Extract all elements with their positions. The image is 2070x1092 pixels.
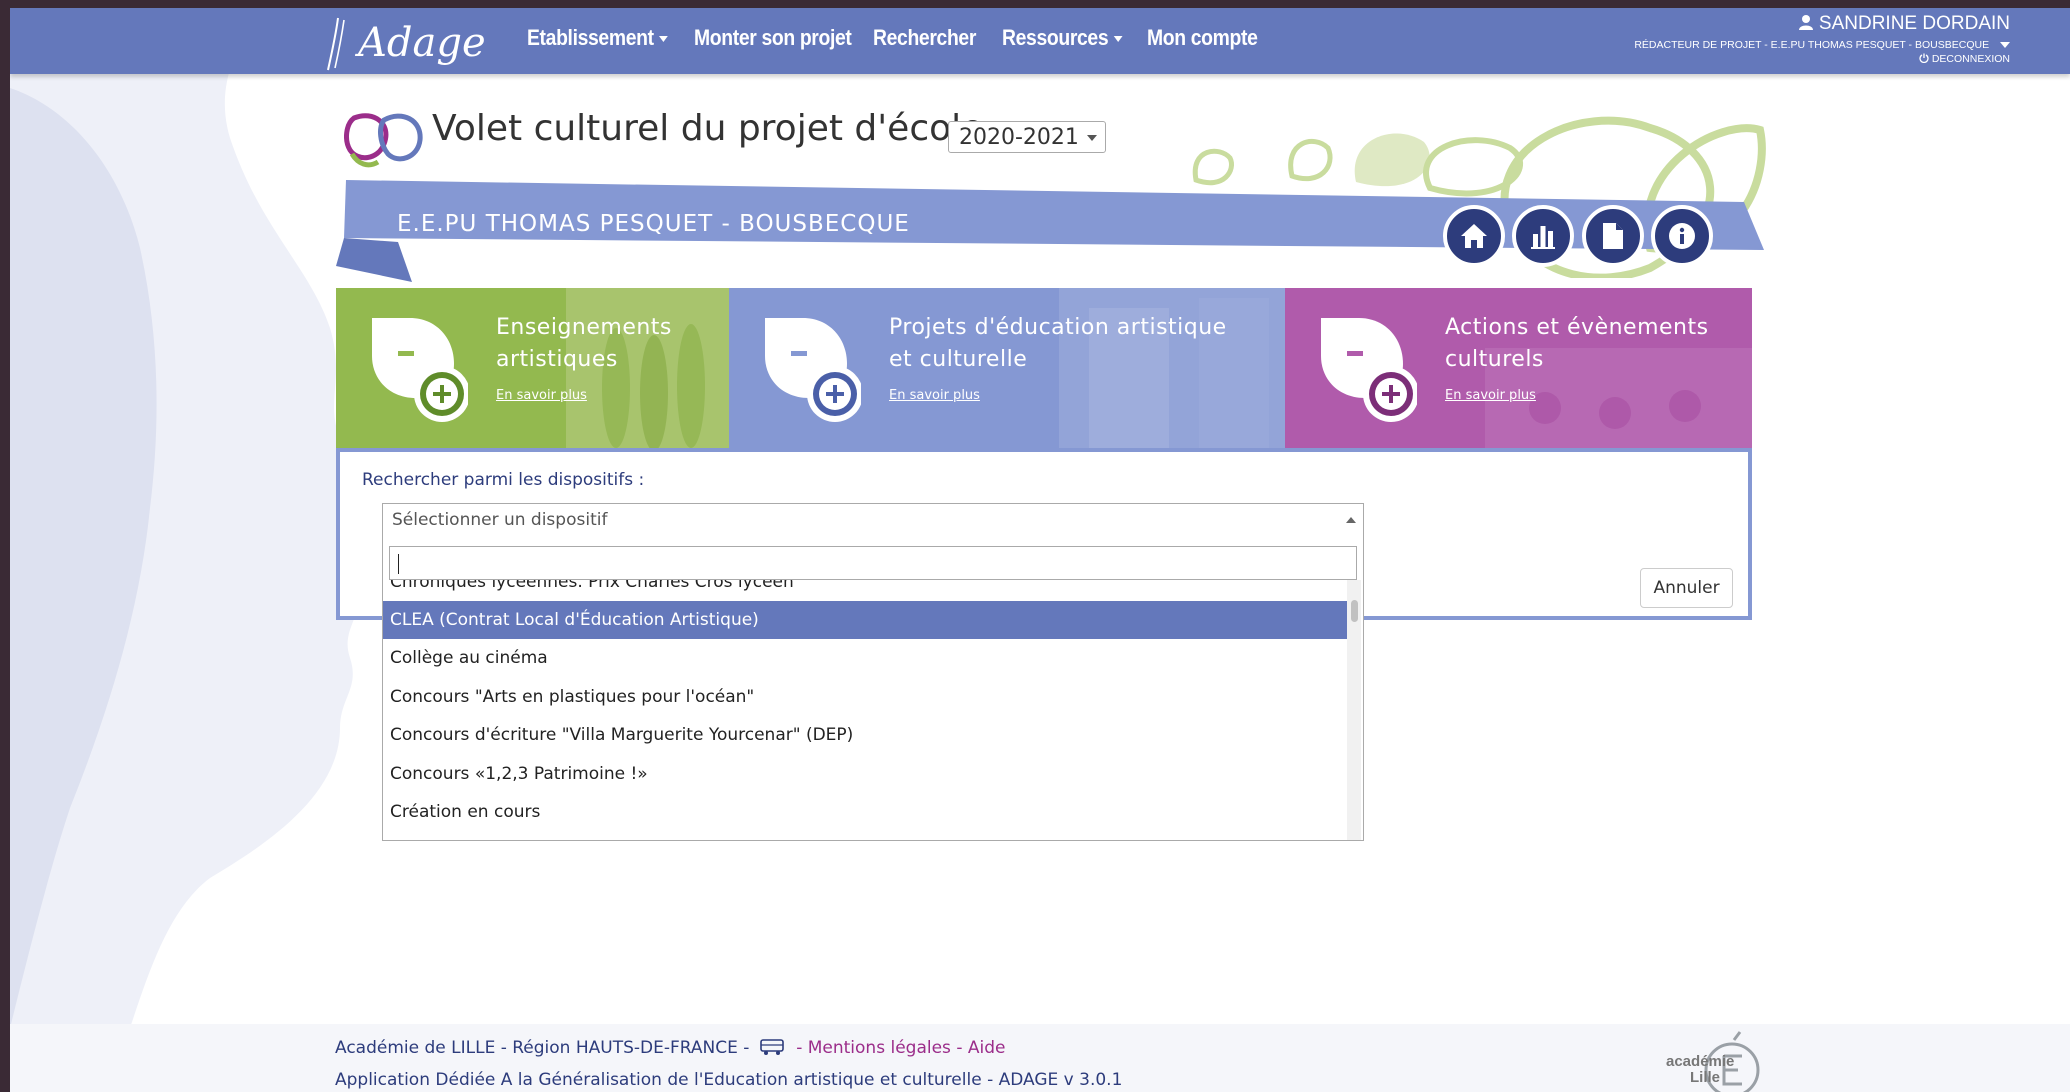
document-button[interactable] (1582, 205, 1644, 267)
scrollbar-thumb[interactable] (1351, 600, 1358, 622)
dropdown-option[interactable]: Concours "Arts en plastiques pour l'océa… (383, 678, 1347, 716)
leaf-minus-plus-icon (1321, 318, 1417, 422)
leaf-minus-plus-icon (372, 318, 468, 422)
user-role: RÉDACTEUR DE PROJET - E.E.PU THOMAS PESQ… (1634, 39, 1990, 51)
dispositif-dropdown: Chroniques lycéennes. Prix Charles Cros … (382, 536, 1364, 841)
leaf-minus-plus-icon (765, 318, 861, 422)
tile-title: Actions et évènements culturels (1445, 315, 1709, 372)
tile-title: Enseignements artistiques (496, 315, 672, 372)
dropdown-option-list[interactable]: Chroniques lycéennes. Prix Charles Cros … (383, 580, 1347, 840)
year-select[interactable]: 2020-2021 (948, 121, 1106, 153)
nav-ressources[interactable]: Ressources (1002, 25, 1123, 51)
chevron-down-icon[interactable] (2000, 42, 2010, 49)
chevron-down-icon (658, 36, 668, 43)
info-icon (1669, 223, 1695, 249)
tile-enseignements-artistiques[interactable]: Enseignements artistiques En savoir plus (336, 288, 729, 448)
dispositif-select[interactable]: Sélectionner un dispositif (382, 503, 1364, 537)
top-navbar: Adage Etablissement Monter son projet Re… (10, 8, 2070, 74)
en-savoir-plus-link[interactable]: En savoir plus (889, 388, 980, 403)
statistics-button[interactable] (1512, 205, 1574, 267)
user-name: SANDRINE DORDAIN (1818, 13, 2010, 34)
school-name: E.E.PU THOMAS PESQUET - BOUSBECQUE (397, 211, 910, 237)
info-button[interactable] (1651, 205, 1713, 267)
footer-line-2: Application Dédiée A la Généralisation d… (335, 1070, 1123, 1090)
dropdown-option-selected[interactable]: CLEA (Contrat Local d'Éducation Artistiq… (383, 601, 1347, 639)
svg-text:Lille: Lille (1690, 1069, 1720, 1086)
tile-title: Projets d'éducation artistique et culture… (889, 315, 1227, 372)
search-label: Rechercher parmi les dispositifs : (362, 470, 645, 490)
page-title: Volet culturel du projet d'école (432, 108, 984, 149)
adage-logo[interactable]: Adage (322, 14, 492, 74)
tile-actions-evenements-culturels[interactable]: Actions et évènements culturels En savoir… (1285, 288, 1752, 448)
nav-etablissement[interactable]: Etablissement (527, 25, 668, 51)
dropdown-search-input[interactable] (389, 546, 1357, 580)
dropdown-option[interactable]: Création en cours (383, 793, 1347, 831)
text-cursor (398, 554, 399, 574)
nav-monter-son-projet[interactable]: Monter son projet (694, 25, 852, 51)
pec-logo (344, 113, 423, 168)
app-window: Adage Etablissement Monter son projet Re… (10, 8, 2070, 1092)
dropdown-scrollbar[interactable] (1347, 580, 1361, 840)
footer-line-1: Académie de LILLE - Région HAUTS-DE-FRAN… (335, 1038, 1006, 1058)
en-savoir-plus-link[interactable]: En savoir plus (496, 388, 587, 403)
dropdown-option[interactable]: Collège au cinéma (383, 639, 1347, 677)
home-button[interactable] (1443, 205, 1505, 267)
help-link[interactable]: - Aide (956, 1038, 1005, 1058)
dropdown-option[interactable]: Concours d'écriture "Villa Marguerite Yo… (383, 716, 1347, 754)
dropdown-option[interactable]: Concours «1,2,3 Patrimoine !» (383, 755, 1347, 793)
nav-rechercher[interactable]: Rechercher (873, 25, 976, 51)
chevron-down-icon (1087, 135, 1097, 141)
user-icon (1798, 15, 1813, 30)
chevron-up-icon (1346, 517, 1356, 523)
chevron-down-icon (1113, 36, 1123, 43)
bus-icon[interactable] (759, 1038, 787, 1056)
home-icon (1461, 224, 1487, 248)
dropdown-option[interactable]: Chroniques lycéennes. Prix Charles Cros … (383, 580, 1347, 601)
logout-link[interactable]: DECONNEXION (1634, 53, 2010, 65)
en-savoir-plus-link[interactable]: En savoir plus (1445, 388, 1536, 403)
academie-lille-logo: académie Lille (1666, 1031, 1760, 1092)
bar-chart-icon (1531, 226, 1555, 249)
svg-text:académie: académie (1666, 1053, 1734, 1070)
power-icon (1919, 53, 1929, 64)
cancel-button[interactable]: Annuler (1640, 568, 1733, 608)
svg-text:Adage: Adage (354, 20, 486, 66)
nav-mon-compte[interactable]: Mon compte (1147, 25, 1258, 51)
tile-projets-education-artistique[interactable]: Projets d'éducation artistique et culture… (729, 288, 1285, 448)
document-icon (1603, 223, 1623, 249)
user-menu[interactable]: SANDRINE DORDAIN RÉDACTEUR DE PROJET - E… (1634, 13, 2010, 65)
legal-link[interactable]: - Mentions légales (796, 1038, 951, 1058)
